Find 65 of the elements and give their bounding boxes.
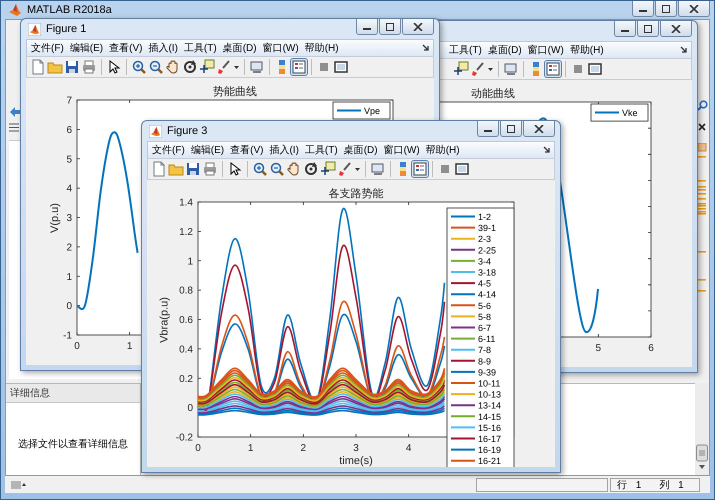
legend-label: Vke: [622, 108, 638, 118]
tick-label: 0.2: [179, 374, 193, 385]
legend-label: 7-8: [478, 345, 492, 356]
window-title: Figure 1: [46, 23, 86, 35]
legend-label: 15-16: [478, 422, 502, 433]
legend-label: 6-7: [478, 323, 492, 333]
tick-label: 1: [126, 341, 132, 352]
tick-label: 7: [66, 96, 72, 106]
tick-label: 2: [66, 242, 72, 254]
tick-label: 0.6: [179, 315, 193, 326]
plot-title: 势能曲线: [213, 85, 257, 98]
legend-label: 4-14: [478, 290, 496, 300]
legend-label: 14-15: [478, 412, 502, 422]
window-title: Figure 3: [167, 125, 208, 137]
tick-label: 0.8: [179, 286, 193, 297]
tick-label: 1.4: [179, 198, 193, 208]
tick-label: -0.2: [176, 432, 193, 444]
tick-label: -1: [63, 330, 72, 342]
tick-label: 3: [66, 213, 72, 224]
tick-label: 1.2: [179, 226, 193, 238]
legend-label: 4-5: [478, 278, 492, 289]
line-number: 行 1: [617, 478, 642, 492]
tick-label: 1: [66, 272, 72, 283]
window-title: MATLAB R2018a: [27, 4, 112, 16]
plot-title: 动能曲线: [471, 87, 515, 100]
legend-label: 9-39: [478, 367, 496, 378]
tick-label: 6: [648, 343, 654, 354]
tick-label: 0: [187, 403, 193, 414]
tick-label: 0: [74, 341, 80, 352]
tick-label: 2: [300, 443, 306, 454]
legend-label: 16-21: [478, 456, 502, 466]
tick-label: 0.4: [179, 344, 193, 356]
tick-label: 0: [195, 443, 201, 454]
legend-label: 10-11: [478, 378, 500, 388]
panel-header: 详细信息: [6, 384, 140, 403]
legend-label: 1-2: [478, 212, 492, 222]
tick-label: 5: [66, 154, 72, 166]
tick-label: 4: [406, 443, 412, 454]
tick-label: 1: [187, 256, 193, 268]
legend-label: 2-25: [478, 245, 496, 256]
legend-label: 10-13: [478, 390, 502, 400]
legend-label: 5-6: [478, 300, 492, 311]
axis-label: time(s): [339, 455, 373, 467]
legend-label: 3-18: [478, 268, 496, 278]
legend-label: 16-17: [478, 434, 502, 444]
legend-label: Vpe: [364, 106, 380, 116]
legend-label: 13-14: [478, 400, 502, 411]
legend-label: 6-11: [478, 334, 496, 344]
legend-label: 5-8: [478, 312, 492, 322]
details-message: 选择文件以查看详细信息: [18, 438, 128, 451]
tick-label: 4: [66, 184, 72, 195]
plot-title: 各支路势能: [328, 187, 384, 200]
legend-label: 3-4: [478, 256, 492, 266]
axis-label: Vbra(p.u): [158, 297, 171, 343]
tick-label: 5: [596, 343, 602, 354]
tick-label: 0: [66, 301, 72, 312]
tick-label: 3: [353, 443, 359, 454]
tick-label: 1: [248, 443, 254, 454]
column-number: 列 1: [659, 478, 684, 492]
axis-label: V(p.u): [48, 203, 61, 233]
legend-label: 16-19: [478, 445, 502, 456]
tick-label: 6: [66, 124, 72, 136]
legend-label: 8-9: [478, 356, 492, 366]
legend-label: 2-3: [478, 234, 492, 244]
legend-label: 39-1: [478, 223, 496, 234]
